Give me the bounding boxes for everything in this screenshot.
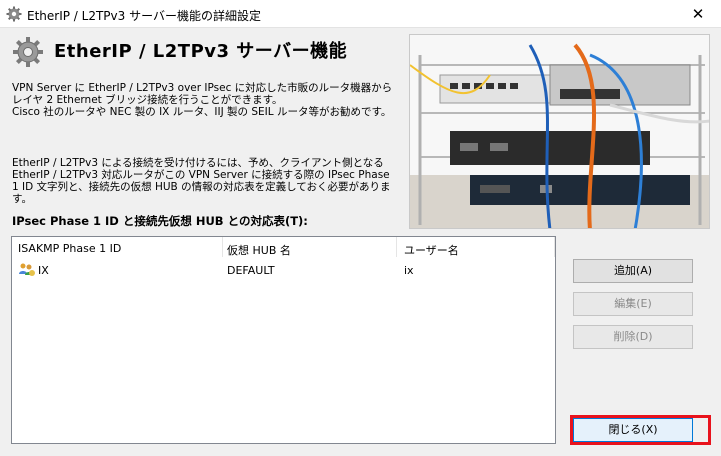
description-line: Cisco 社のルータや NEC 製の IX ルータ、IIJ 製の SEIL ル… [12,106,392,118]
column-header-user-name[interactable]: ユーザー名 [404,242,459,258]
table-row[interactable]: IX DEFAULT ix [12,262,555,280]
user-group-icon [19,263,35,276]
cell-phase1-id: IX [38,264,49,277]
page-heading: EtherIP / L2TPv3 サーバー機能 [54,41,348,62]
column-divider[interactable] [222,237,223,257]
delete-button[interactable]: 削除(D) [573,325,693,349]
window-title: EtherIP / L2TPv3 サーバー機能の詳細設定 [27,9,261,23]
window-close-button[interactable]: ✕ [675,0,721,28]
column-divider[interactable] [554,237,555,257]
add-button[interactable]: 追加(A) [573,259,693,283]
description-paragraph-1: VPN Server に EtherIP / L2TPv3 over IPsec… [12,82,404,118]
description-line: EtherIP / L2TPv3 対応ルータがこの VPN Server に接続… [12,169,390,181]
edit-button[interactable]: 編集(E) [573,292,693,316]
description-line: す。 [12,193,32,205]
cell-user-name: ix [404,264,414,277]
column-header-phase1-id[interactable]: ISAKMP Phase 1 ID [18,242,121,255]
mapping-table[interactable]: ISAKMP Phase 1 ID 仮想 HUB 名 ユーザー名 IX DEFA… [11,236,556,444]
gear-icon [6,6,22,22]
description-line: レイヤ 2 Ethernet ブリッジ接続を行うことができます。 [12,94,283,106]
description-line: 1 ID 文字列と、接続先の仮想 HUB の情報の対応表を定義しておく必要があり… [12,181,391,193]
highlight-box [570,415,711,445]
description-line: EtherIP / L2TPv3 による接続を受け付けるには、予め、クライアント… [12,157,384,169]
description-paragraph-2: EtherIP / L2TPv3 による接続を受け付けるには、予め、クライアント… [12,157,404,205]
gear-icon [13,37,43,67]
mapping-table-title: IPsec Phase 1 ID と接続先仮想 HUB との対応表(T): [12,214,308,228]
column-divider[interactable] [396,237,397,257]
column-header-hub-name[interactable]: 仮想 HUB 名 [227,242,291,258]
cell-hub-name: DEFAULT [227,264,275,277]
title-bar: EtherIP / L2TPv3 サーバー機能の詳細設定 ✕ [0,0,721,28]
description-line: VPN Server に EtherIP / L2TPv3 over IPsec… [12,82,393,94]
router-equipment-photo [409,34,710,229]
